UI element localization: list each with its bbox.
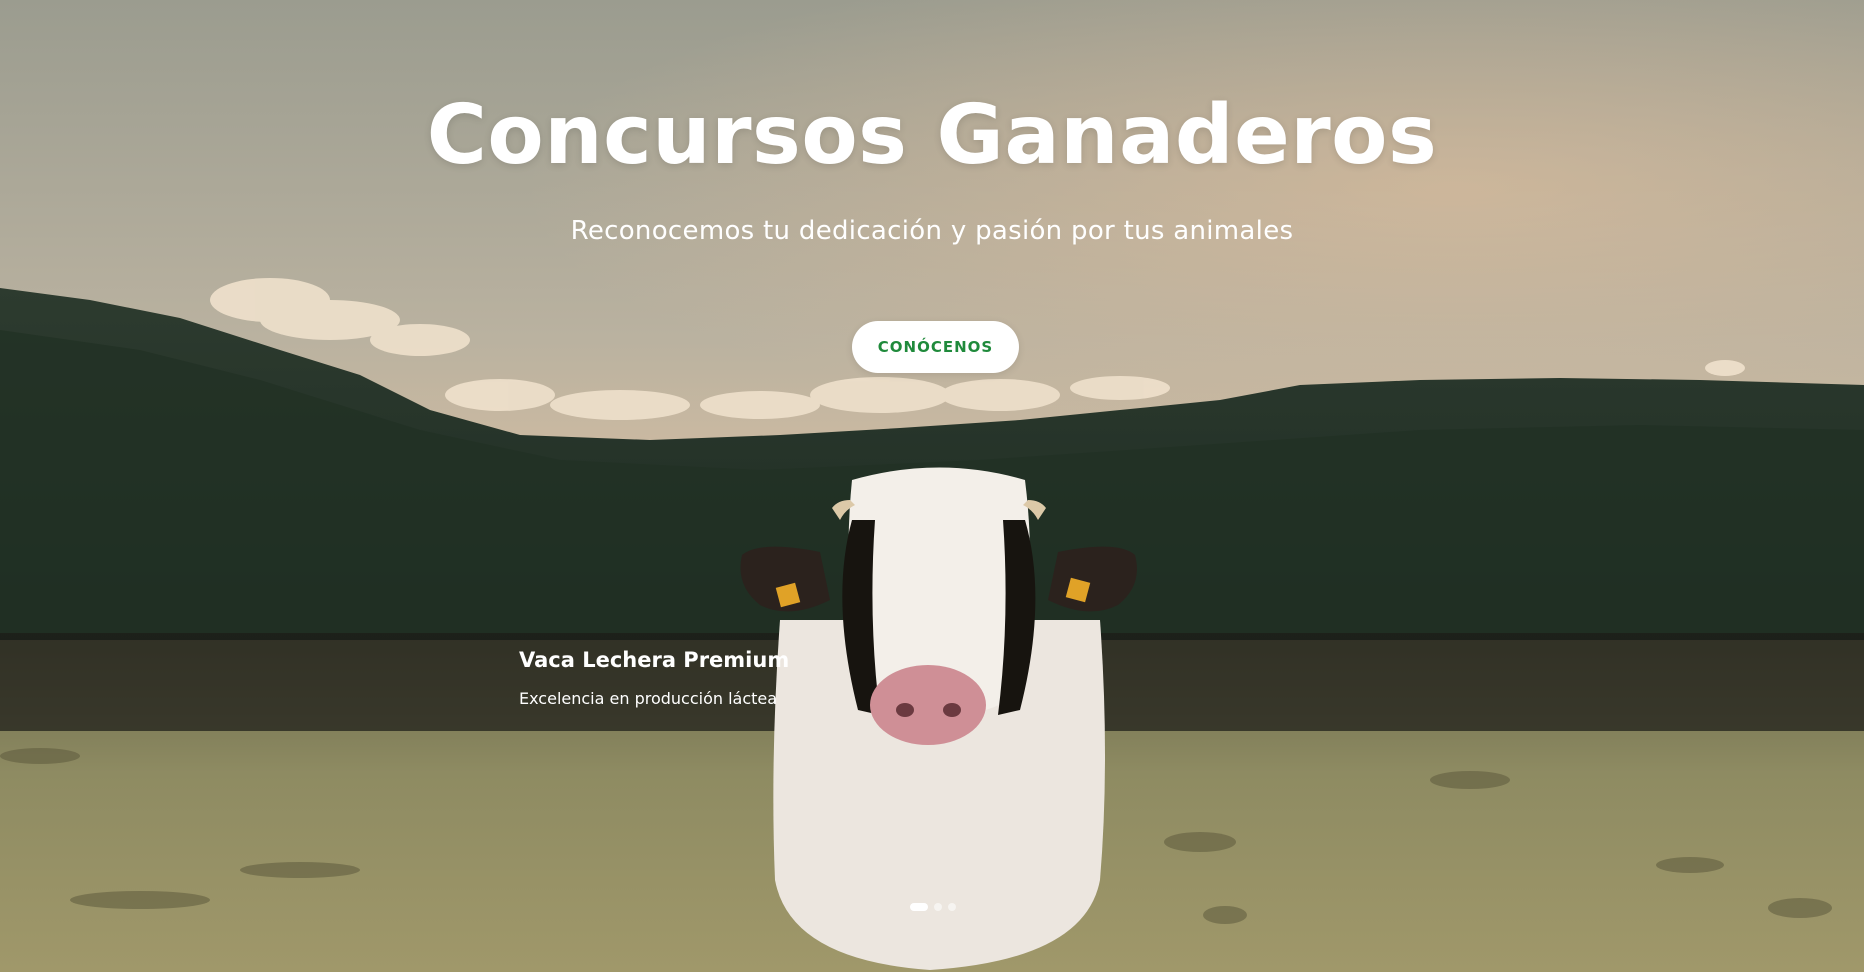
cta-button[interactable]: CONÓCENOS xyxy=(852,321,1019,373)
slide-caption-band xyxy=(0,633,1864,731)
hero-slider: Concursos Ganaderos Reconocemos tu dedic… xyxy=(0,0,1864,972)
slide-title: Vaca Lechera Premium xyxy=(519,648,790,672)
slide-description: Excelencia en producción láctea xyxy=(519,689,778,708)
carousel-dot[interactable] xyxy=(934,903,942,911)
hero-subtitle: Reconocemos tu dedicación y pasión por t… xyxy=(570,216,1294,246)
hero-title: Concursos Ganaderos xyxy=(426,88,1438,183)
carousel-dot[interactable] xyxy=(910,903,928,911)
carousel-dot[interactable] xyxy=(948,903,956,911)
carousel-indicators xyxy=(910,903,956,911)
